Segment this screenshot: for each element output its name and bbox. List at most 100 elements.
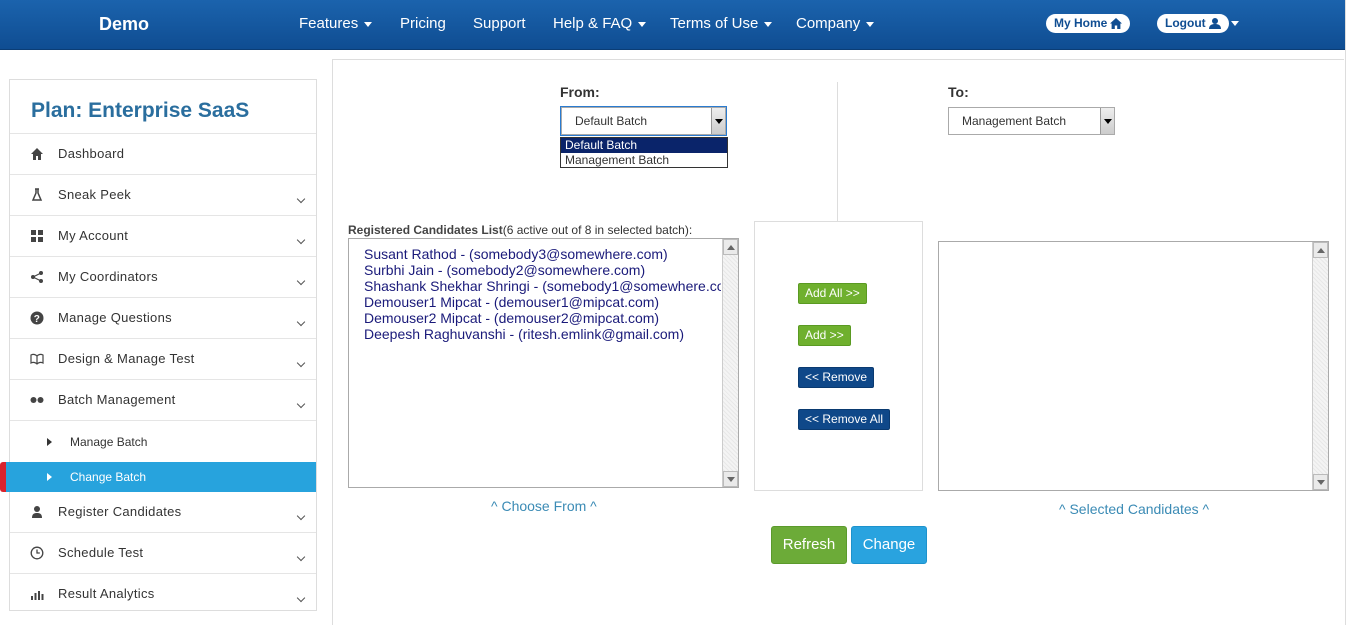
scroll-up-icon[interactable] (723, 239, 738, 255)
sidebar-item-label: Design & Manage Test (58, 351, 195, 366)
top-navbar: Demo Features Pricing Support Help & FAQ… (0, 0, 1345, 50)
list-item[interactable]: Susant Rathod - (somebody3@somewhere.com… (349, 246, 721, 262)
sidebar-item-label: Batch Management (58, 392, 176, 407)
from-batch-dropdown: Default Batch Management Batch (560, 137, 728, 168)
chevron-down-icon (296, 399, 306, 409)
remove-all-button[interactable]: << Remove All (798, 409, 891, 430)
from-label: From: (560, 84, 600, 100)
chevron-down-icon (296, 552, 306, 562)
from-batch-value: Default Batch (575, 114, 648, 128)
selected-candidates-list[interactable] (938, 241, 1329, 491)
sidebar-item-result-analytics[interactable]: Result Analytics (10, 574, 316, 615)
dots-icon (30, 397, 44, 403)
nav-pricing-label: Pricing (400, 15, 446, 32)
chart-icon (31, 591, 44, 600)
sidebar-item-dashboard[interactable]: Dashboard (10, 134, 316, 175)
logout-label: Logout (1165, 16, 1206, 30)
sidebar-item-my-account[interactable]: My Account (10, 216, 316, 257)
add-button[interactable]: Add >> (798, 325, 851, 346)
sidebar-item-label: Schedule Test (58, 545, 144, 560)
dropdown-option-default-batch[interactable]: Default Batch (561, 138, 727, 153)
chevron-down-icon (296, 317, 306, 327)
user-icon (1208, 18, 1221, 29)
flask-icon (31, 188, 43, 201)
active-indicator (0, 462, 6, 492)
transfer-buttons-panel (754, 221, 923, 491)
brand-logo[interactable]: Demo (99, 14, 149, 35)
registered-candidates-label: Registered Candidates List(6 active out … (348, 223, 692, 237)
chevron-down-icon (638, 21, 647, 27)
scroll-down-icon[interactable] (723, 471, 738, 487)
list-item[interactable]: Demouser1 Mipcat - (demouser1@mipcat.com… (349, 294, 721, 310)
nav-features[interactable]: Features (299, 15, 373, 32)
nav-support[interactable]: Support (473, 15, 526, 32)
list-item[interactable]: Shashank Shekhar Shringi - (somebody1@so… (349, 278, 721, 294)
selected-candidates-caption: ^ Selected Candidates ^ (1059, 501, 1210, 517)
nav-support-label: Support (473, 15, 526, 32)
list-item[interactable]: Deepesh Raghuvanshi - (ritesh.emlink@gma… (349, 326, 721, 342)
nav-company[interactable]: Company (796, 15, 875, 32)
caret-right-icon (47, 473, 52, 481)
list-scrollbar[interactable] (1312, 242, 1328, 490)
sidebar-item-label: Manage Questions (58, 310, 172, 325)
sidebar-item-label: My Account (58, 228, 129, 243)
window-scrollbar[interactable] (1345, 0, 1366, 625)
refresh-button[interactable]: Refresh (771, 526, 847, 564)
clock-icon (30, 546, 44, 560)
sidebar-item-batch-management[interactable]: Batch Management (10, 380, 316, 421)
scroll-down-icon[interactable] (1313, 474, 1328, 490)
user-icon (32, 506, 42, 518)
plan-title: Plan: Enterprise SaaS (10, 80, 316, 134)
logout-button[interactable]: Logout (1157, 14, 1229, 33)
list-item[interactable]: Surbhi Jain - (somebody2@somewhere.com) (349, 262, 721, 278)
home-icon (31, 148, 43, 160)
nav-terms[interactable]: Terms of Use (670, 15, 773, 32)
grid-icon (31, 230, 43, 242)
from-batch-select[interactable]: Default Batch (560, 106, 727, 136)
book-icon (30, 353, 44, 365)
sidebar-subitem-label: Manage Batch (70, 435, 148, 449)
sidebar-item-label: Result Analytics (58, 586, 155, 601)
my-home-label: My Home (1054, 16, 1108, 30)
to-batch-select[interactable]: Management Batch (948, 107, 1115, 135)
sidebar: Plan: Enterprise SaaS Dashboard Sneak Pe… (0, 79, 317, 611)
chevron-down-icon (296, 276, 306, 286)
sidebar-item-register-candidates[interactable]: Register Candidates (10, 492, 316, 533)
sidebar-item-manage-questions[interactable]: ? Manage Questions (10, 298, 316, 339)
chevron-down-icon (364, 21, 373, 27)
chevron-down-icon[interactable] (1100, 108, 1114, 134)
sidebar-subitem-manage-batch[interactable]: Manage Batch (10, 427, 316, 457)
chevron-down-icon (296, 358, 306, 368)
available-candidates-list[interactable]: Susant Rathod - (somebody3@somewhere.com… (348, 238, 739, 488)
chevron-down-icon (296, 593, 306, 603)
nav-features-label: Features (299, 15, 359, 32)
change-button[interactable]: Change (851, 526, 927, 564)
sidebar-subitem-change-batch[interactable]: Change Batch (0, 462, 316, 492)
choose-from-caption: ^ Choose From ^ (491, 498, 597, 514)
list-scrollbar[interactable] (722, 239, 738, 487)
remove-button[interactable]: << Remove (798, 367, 875, 388)
list-item[interactable]: Demouser2 Mipcat - (demouser2@mipcat.com… (349, 310, 721, 326)
my-home-button[interactable]: My Home (1046, 14, 1131, 33)
chevron-down-icon[interactable] (711, 108, 725, 134)
question-icon: ? (30, 311, 44, 325)
registered-title: Registered Candidates List (348, 223, 503, 237)
to-batch-value: Management Batch (962, 114, 1067, 128)
scroll-up-icon[interactable] (1313, 242, 1328, 258)
add-all-button[interactable]: Add All >> (798, 283, 867, 304)
dropdown-option-management-batch[interactable]: Management Batch (561, 153, 727, 168)
sidebar-subitem-label: Change Batch (70, 470, 147, 484)
sidebar-item-design-manage-test[interactable]: Design & Manage Test (10, 339, 316, 380)
caret-right-icon (47, 438, 52, 446)
divider (837, 82, 838, 222)
chevron-down-icon[interactable] (1231, 21, 1239, 26)
sidebar-item-schedule-test[interactable]: Schedule Test (10, 533, 316, 574)
nav-terms-label: Terms of Use (670, 15, 759, 32)
sidebar-item-sneak-peek[interactable]: Sneak Peek (10, 175, 316, 216)
sidebar-item-my-coordinators[interactable]: My Coordinators (10, 257, 316, 298)
nav-help-faq[interactable]: Help & FAQ (553, 15, 647, 32)
nav-help-label: Help & FAQ (553, 15, 633, 32)
chevron-down-icon (764, 21, 773, 27)
sidebar-item-label: My Coordinators (58, 269, 158, 284)
nav-pricing[interactable]: Pricing (400, 15, 446, 32)
